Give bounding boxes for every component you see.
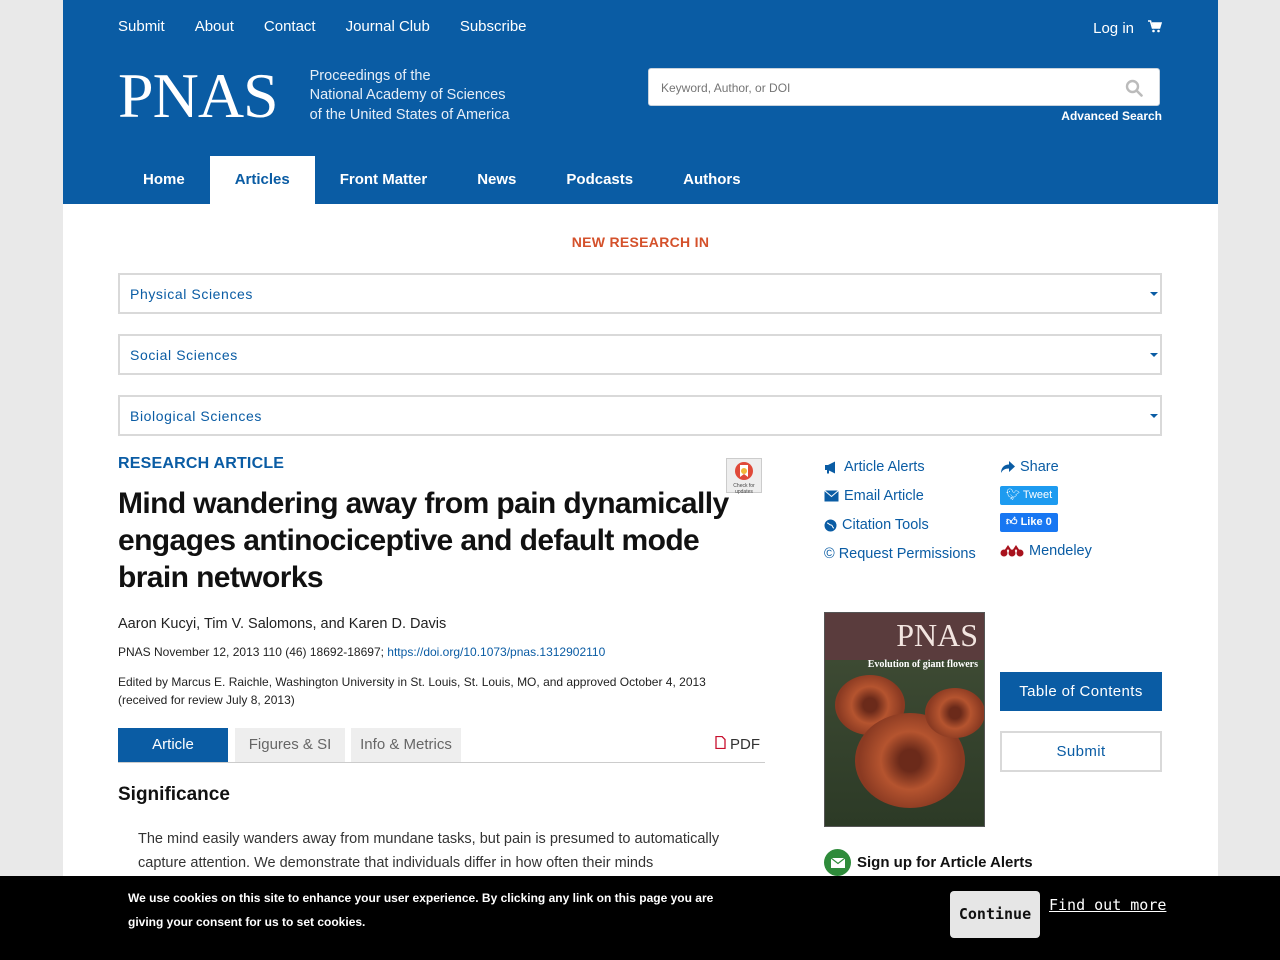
tab-article[interactable]: Article bbox=[118, 728, 228, 762]
significance-line: The mind easily wanders away from mundan… bbox=[138, 831, 720, 847]
biological-sciences-dropdown[interactable]: Biological Sciences bbox=[118, 395, 1162, 436]
social-sciences-dropdown[interactable]: Social Sciences bbox=[118, 334, 1162, 375]
cookie-banner: We use cookies on this site to enhance y… bbox=[0, 876, 1280, 960]
tool-label: © Request Permissions bbox=[824, 546, 976, 562]
nav-tab-articles[interactable]: Articles bbox=[209, 156, 315, 204]
advanced-search-link[interactable]: Advanced Search bbox=[1061, 109, 1162, 123]
logo-subtitle: Proceedings of the National Academy of S… bbox=[310, 67, 510, 126]
crossmark-icon bbox=[735, 462, 753, 480]
top-nav-contact[interactable]: Contact bbox=[264, 18, 316, 35]
request-permissions-link[interactable]: © Request Permissions bbox=[824, 546, 976, 562]
top-nav: Submit About Contact Journal Club Subscr… bbox=[118, 18, 527, 35]
tool-label: Mendeley bbox=[1029, 543, 1092, 559]
top-nav-journal-club[interactable]: Journal Club bbox=[346, 18, 430, 35]
logo-subtitle-line: National Academy of Sciences bbox=[309, 87, 506, 104]
caret-down-icon bbox=[1150, 353, 1158, 357]
facebook-like-button[interactable]: 👍︎ Like 0 bbox=[1000, 513, 1058, 532]
page-container: Submit About Contact Journal Club Subscr… bbox=[63, 0, 1218, 960]
search-box bbox=[648, 68, 1160, 107]
bullhorn-icon bbox=[825, 461, 835, 473]
edited-by-note: Edited by Marcus E. Raichle, Washington … bbox=[118, 675, 706, 707]
tweet-label: Tweet bbox=[1022, 489, 1053, 501]
share-link[interactable]: Share bbox=[1000, 459, 1059, 475]
dropdown-label: Biological Sciences bbox=[130, 408, 263, 424]
article-type: RESEARCH ARTICLE bbox=[118, 455, 285, 472]
cookie-message: We use cookies on this site to enhance y… bbox=[128, 891, 714, 929]
tool-label: Email Article bbox=[844, 488, 924, 504]
doi-link[interactable]: https://doi.org/10.1073/pnas.1312902110 bbox=[387, 645, 605, 659]
article-alerts-signup[interactable]: Sign up for Article Alerts bbox=[824, 849, 1033, 876]
new-research-heading: NEW RESEARCH IN bbox=[571, 234, 710, 250]
nav-tab-home[interactable]: Home bbox=[118, 156, 210, 204]
article-citation: PNAS November 12, 2013 110 (46) 18692-18… bbox=[118, 645, 605, 659]
caret-down-icon bbox=[1150, 414, 1158, 418]
pdf-icon bbox=[715, 735, 726, 750]
signup-label: Sign up for Article Alerts bbox=[857, 854, 1033, 871]
tool-label: Citation Tools bbox=[842, 517, 929, 533]
dropdown-label: Physical Sciences bbox=[130, 286, 254, 302]
tab-info-metrics[interactable]: Info & Metrics bbox=[351, 728, 461, 762]
pnas-logo[interactable]: PNAS Proceedings of the National Academy… bbox=[118, 64, 510, 128]
logo-subtitle-line: of the United States of America bbox=[309, 106, 510, 123]
login-link[interactable]: Log in bbox=[1093, 20, 1134, 37]
significance-text: The mind easily wanders away from mundan… bbox=[138, 827, 748, 875]
nav-tab-front-matter[interactable]: Front Matter bbox=[315, 156, 453, 204]
significance-line: capture attention. We demonstrate that i… bbox=[138, 855, 654, 871]
find-out-more-link[interactable]: Find out more bbox=[1049, 896, 1166, 914]
table-of-contents-button[interactable]: Table of Contents bbox=[1000, 672, 1162, 711]
cart-icon[interactable] bbox=[1148, 20, 1163, 37]
tweet-button[interactable]: 🐦︎ Tweet bbox=[1000, 486, 1059, 505]
search-input[interactable] bbox=[659, 69, 1103, 107]
cover-title: PNAS bbox=[896, 617, 978, 653]
envelope-icon bbox=[824, 490, 839, 502]
login-area: Log in bbox=[1093, 20, 1163, 37]
article-alerts-link[interactable]: Article Alerts bbox=[824, 459, 925, 475]
envelope-icon bbox=[824, 849, 851, 876]
tab-figures-si[interactable]: Figures & SI bbox=[235, 728, 345, 762]
citation-tools-link[interactable]: Citation Tools bbox=[824, 517, 929, 533]
mendeley-icon bbox=[1000, 545, 1024, 557]
nav-tab-news[interactable]: News bbox=[452, 156, 541, 204]
like-label: Like 0 bbox=[1020, 516, 1052, 528]
top-nav-about[interactable]: About bbox=[195, 18, 234, 35]
share-icon bbox=[1001, 460, 1015, 473]
physical-sciences-dropdown[interactable]: Physical Sciences bbox=[118, 273, 1162, 314]
article-tabs: Article Figures & SI Info & Metrics PDF bbox=[118, 728, 765, 763]
article-authors: Aaron Kucyi, Tim V. Salomons, and Karen … bbox=[118, 616, 447, 632]
article-title: Mind wandering away from pain dynamicall… bbox=[118, 487, 729, 594]
site-header: Submit About Contact Journal Club Subscr… bbox=[63, 0, 1218, 204]
logo-subtitle-line: Proceedings of the bbox=[309, 67, 431, 84]
nav-tab-podcasts[interactable]: Podcasts bbox=[541, 156, 658, 204]
mendeley-link[interactable]: Mendeley bbox=[1000, 543, 1092, 559]
flower-shape bbox=[925, 688, 984, 738]
thumbs-up-icon: 👍︎ bbox=[1006, 516, 1018, 528]
citation-text: PNAS November 12, 2013 110 (46) 18692-18… bbox=[118, 645, 388, 659]
pdf-link[interactable]: PDF bbox=[715, 728, 760, 762]
cover-subtitle: Evolution of giant flowers bbox=[867, 659, 978, 670]
nav-tab-authors[interactable]: Authors bbox=[658, 156, 766, 204]
top-nav-subscribe[interactable]: Subscribe bbox=[460, 18, 527, 35]
pdf-label: PDF bbox=[730, 736, 760, 753]
globe-icon bbox=[824, 519, 837, 531]
search-icon[interactable] bbox=[1125, 79, 1143, 102]
email-article-link[interactable]: Email Article bbox=[824, 488, 924, 504]
tool-label: Share bbox=[1020, 459, 1059, 475]
journal-cover-image[interactable]: PNAS Evolution of giant flowers bbox=[824, 612, 985, 827]
submit-button[interactable]: Submit bbox=[1000, 731, 1162, 772]
top-nav-submit[interactable]: Submit bbox=[118, 18, 165, 35]
tool-label: Article Alerts bbox=[844, 459, 925, 475]
twitter-icon: 🐦︎ bbox=[1006, 489, 1020, 501]
main-nav: Home Articles Front Matter News Podcasts… bbox=[118, 156, 766, 204]
logo-wordmark: PNAS bbox=[118, 60, 279, 131]
cookie-continue-button[interactable]: Continue bbox=[950, 891, 1040, 938]
section-heading: Significance bbox=[118, 784, 230, 805]
caret-down-icon bbox=[1150, 292, 1158, 296]
dropdown-label: Social Sciences bbox=[130, 347, 238, 363]
